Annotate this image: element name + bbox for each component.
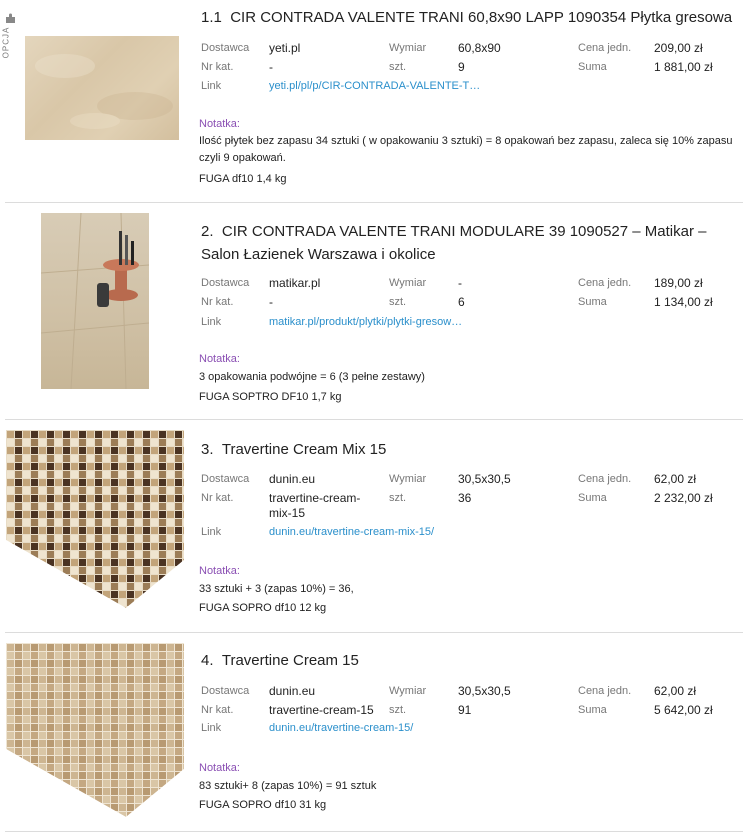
puzzle-icon — [6, 13, 15, 23]
sum-label: Suma — [578, 61, 607, 73]
supplier-label: Dostawca — [201, 685, 250, 697]
qty-value: 6 — [458, 295, 465, 309]
note-text: 83 sztuki+ 8 (zapas 10%) = 91 sztuk FUGA… — [199, 780, 377, 811]
catalog-label: Nr kat. — [201, 296, 234, 308]
note-label: Notatka: — [199, 565, 240, 577]
supplier-value: matikar.pl — [269, 276, 321, 290]
sum-value: 2 232,00 zł — [654, 491, 713, 505]
link-label: Link — [201, 80, 222, 92]
note-label: Notatka: — [199, 118, 240, 130]
size-label: Wymiar — [389, 473, 427, 485]
product-link[interactable]: matikar.pl/produkt/plytki/plytki-gresow… — [269, 316, 462, 328]
note-text: 3 opakowania podwójne = 6 (3 pełne zesta… — [199, 371, 425, 403]
supplier-label: Dostawca — [201, 42, 250, 54]
qty-value: 9 — [458, 60, 465, 74]
note-label: Notatka: — [199, 762, 240, 774]
product-item-2: 2. CIR CONTRADA VALENTE TRANI MODULARE 3… — [0, 203, 743, 419]
product-item-3: 3. Travertine Cream Mix 15 Dostawca duni… — [0, 420, 743, 632]
note-text: Ilość płytek bez zapasu 34 sztuki ( w op… — [199, 135, 733, 185]
link-label: Link — [201, 316, 222, 328]
sum-value: 5 642,00 zł — [654, 703, 713, 717]
supplier-label: Dostawca — [201, 473, 250, 485]
sum-label: Suma — [578, 704, 607, 716]
catalog-value: travertine-cream-mix-15 — [269, 491, 361, 520]
divider — [5, 831, 743, 832]
size-value: 30,5x30,5 — [458, 472, 511, 486]
catalog-value: - — [269, 60, 273, 74]
qty-label: szt. — [389, 704, 407, 716]
product-image[interactable] — [25, 36, 179, 140]
size-label: Wymiar — [389, 277, 427, 289]
qty-value: 36 — [458, 491, 472, 505]
size-label: Wymiar — [389, 685, 427, 697]
supplier-label: Dostawca — [201, 277, 250, 289]
unit-price-value: 189,00 zł — [654, 276, 703, 290]
product-title[interactable]: 4. Travertine Cream 15 — [201, 649, 359, 672]
unit-price-label: Cena jedn. — [578, 473, 632, 485]
qty-value: 91 — [458, 703, 472, 717]
qty-label: szt. — [389, 61, 407, 73]
catalog-label: Nr kat. — [201, 61, 234, 73]
size-value: 60,8x90 — [458, 41, 501, 55]
note-text: 33 sztuki + 3 (zapas 10%) = 36, FUGA SOP… — [199, 583, 354, 614]
qty-label: szt. — [389, 492, 407, 504]
size-value: 30,5x30,5 — [458, 684, 511, 698]
sum-value: 1 881,00 zł — [654, 60, 713, 74]
catalog-label: Nr kat. — [201, 704, 234, 716]
unit-price-label: Cena jedn. — [578, 277, 632, 289]
note-label: Notatka: — [199, 353, 240, 365]
product-title[interactable]: 2. CIR CONTRADA VALENTE TRANI MODULARE 3… — [201, 220, 721, 266]
unit-price-label: Cena jedn. — [578, 42, 632, 54]
qty-label: szt. — [389, 296, 407, 308]
product-image[interactable] — [41, 213, 149, 389]
catalog-value: travertine-cream-15 — [269, 703, 374, 717]
unit-price-label: Cena jedn. — [578, 685, 632, 697]
sum-label: Suma — [578, 296, 607, 308]
product-title[interactable]: 3. Travertine Cream Mix 15 — [201, 438, 386, 461]
product-image[interactable] — [6, 643, 184, 817]
product-image[interactable] — [6, 430, 184, 608]
catalog-value: - — [269, 295, 273, 309]
product-title[interactable]: 1.1 CIR CONTRADA VALENTE TRANI 60,8x90 L… — [201, 6, 732, 29]
product-item-4: 4. Travertine Cream 15 Dostawca dunin.eu… — [0, 633, 743, 833]
link-label: Link — [201, 722, 222, 734]
product-link[interactable]: dunin.eu/travertine-cream-mix-15/ — [269, 526, 434, 538]
link-label: Link — [201, 526, 222, 538]
product-item-1: OPCJA 1.1 CIR CONTRADA VALENTE TRANI 60,… — [0, 0, 743, 202]
product-link[interactable]: yeti.pl/pl/p/CIR-CONTRADA-VALENTE-T… — [269, 80, 480, 92]
unit-price-value: 209,00 zł — [654, 41, 703, 55]
supplier-value: dunin.eu — [269, 472, 316, 486]
size-value: - — [458, 276, 462, 290]
unit-price-value: 62,00 zł — [654, 684, 697, 698]
unit-price-value: 62,00 zł — [654, 472, 697, 486]
catalog-label: Nr kat. — [201, 492, 234, 504]
product-link[interactable]: dunin.eu/travertine-cream-15/ — [269, 722, 413, 734]
size-label: Wymiar — [389, 42, 427, 54]
option-tag: OPCJA — [1, 13, 16, 68]
supplier-value: dunin.eu — [269, 684, 316, 698]
sum-value: 1 134,00 zł — [654, 295, 713, 309]
sum-label: Suma — [578, 492, 607, 504]
supplier-value: yeti.pl — [269, 41, 301, 55]
